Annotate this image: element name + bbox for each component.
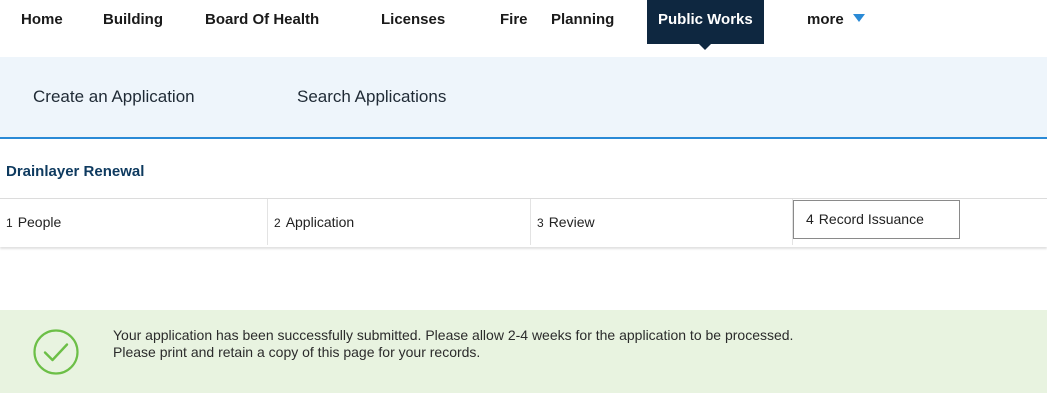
nav-more-label: more (807, 11, 844, 28)
step-indicator: 1 People 2 Application 3 Review 4 Record Iss… (0, 198, 1047, 247)
step-label: Record Issuance (818, 211, 924, 227)
step-people: 1 People (0, 199, 268, 245)
step-record-issuance: 4 Record Issuance (793, 200, 960, 239)
step-number: 2 (274, 216, 281, 230)
nav-home[interactable]: Home (21, 0, 63, 44)
nav-planning[interactable]: Planning (551, 0, 614, 44)
search-applications-link[interactable]: Search Applications (297, 87, 446, 107)
step-label: Application (285, 214, 355, 230)
nav-more[interactable]: more (807, 0, 865, 44)
top-navigation: Home Building Board Of Health Licenses F… (0, 0, 1047, 50)
sub-navigation: Create an Application Search Application… (0, 57, 1047, 139)
chevron-down-icon (852, 14, 865, 22)
page-title: Drainlayer Renewal (6, 163, 145, 180)
nav-fire[interactable]: Fire (500, 0, 528, 44)
success-message-line-1: Your application has been successfully s… (113, 327, 794, 343)
create-application-link[interactable]: Create an Application (33, 87, 195, 107)
nav-licenses[interactable]: Licenses (381, 0, 445, 44)
success-banner: Your application has been successfully s… (0, 310, 1047, 393)
step-application: 2 Application (268, 199, 531, 245)
nav-public-works-label: Public Works (658, 11, 753, 28)
nav-building[interactable]: Building (103, 0, 163, 44)
step-number: 1 (6, 216, 13, 230)
active-indicator (699, 44, 712, 50)
success-message-line-2: Please print and retain a copy of this p… (113, 344, 481, 360)
nav-board-of-health[interactable]: Board Of Health (205, 0, 319, 44)
nav-public-works[interactable]: Public Works (647, 0, 764, 50)
step-label: Review (548, 214, 595, 230)
step-label: People (17, 214, 62, 230)
check-circle-icon (33, 329, 79, 375)
step-review: 3 Review (531, 199, 793, 245)
step-number: 4 (806, 211, 814, 227)
success-message: Your application has been successfully s… (113, 327, 793, 361)
step-number: 3 (537, 216, 544, 230)
